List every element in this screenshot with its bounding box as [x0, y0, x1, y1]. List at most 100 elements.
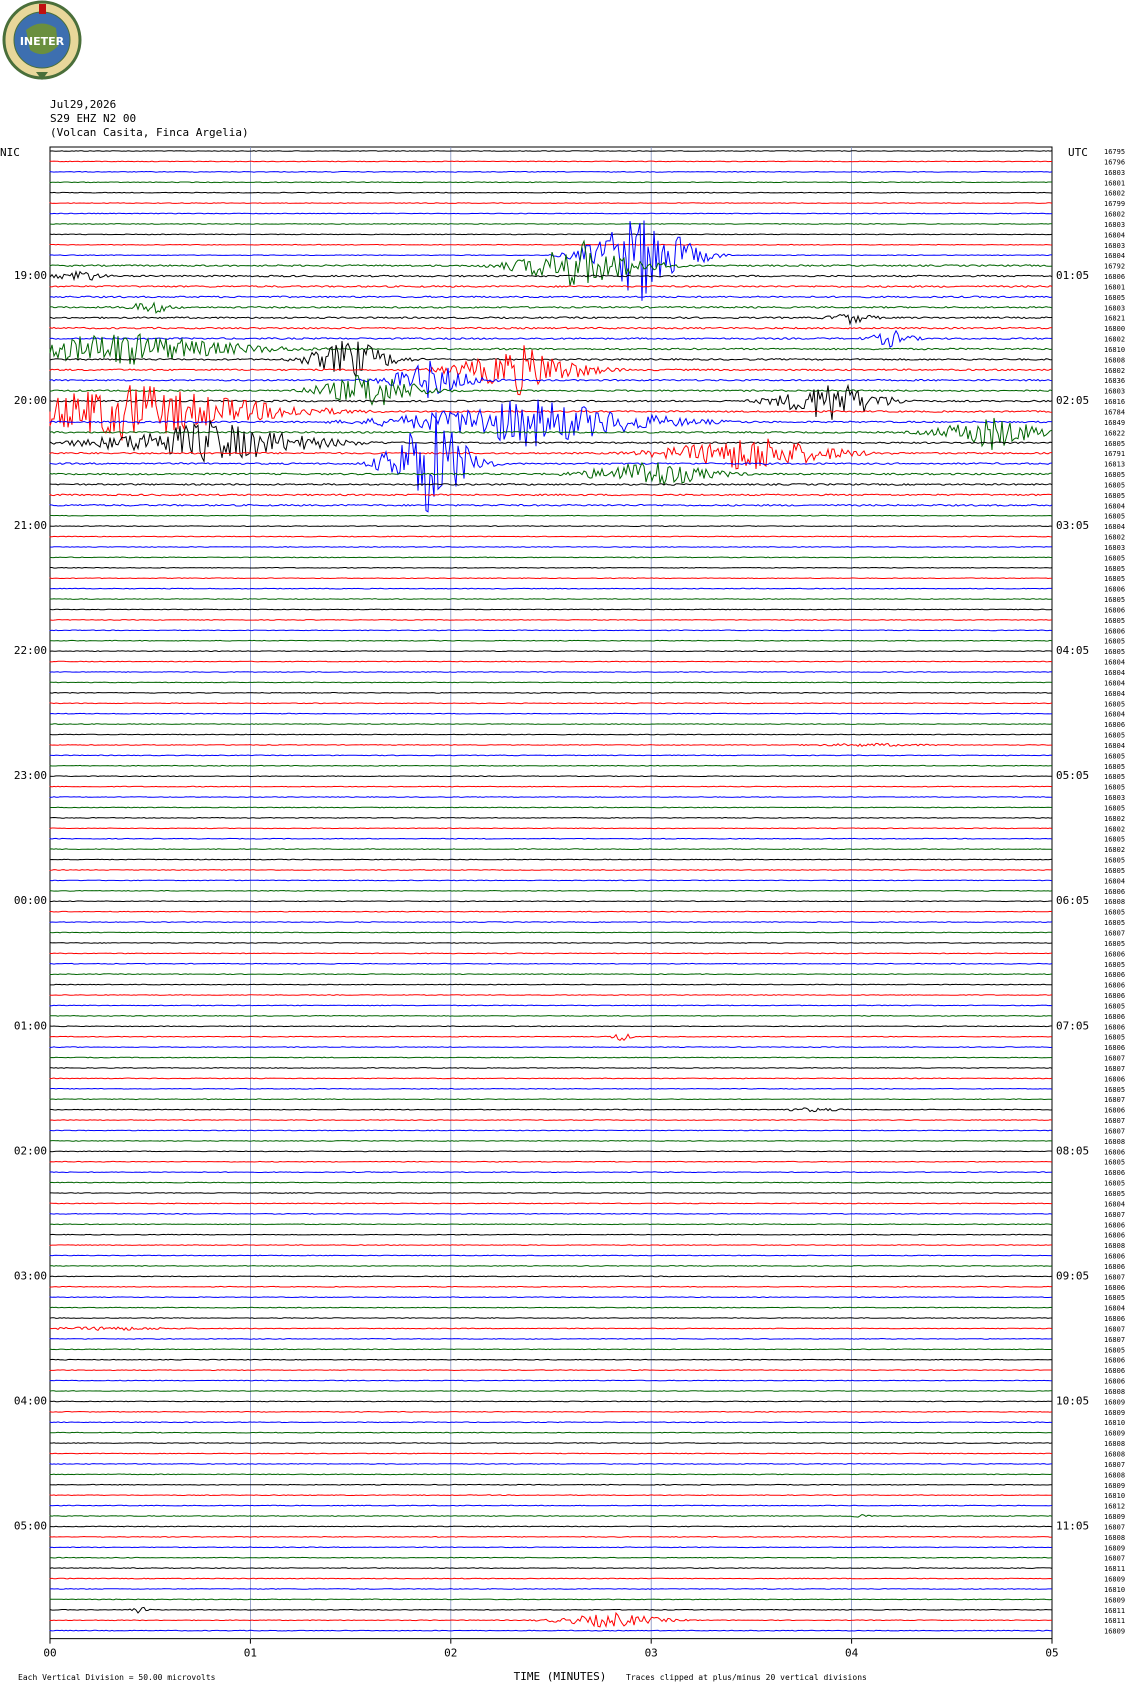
trace-count-label: 16805	[1104, 513, 1125, 521]
trace-count-label: 16805	[1104, 638, 1125, 646]
seismic-trace	[49, 1014, 1053, 1017]
seismic-trace	[49, 1348, 1052, 1351]
trace-count-label: 16804	[1104, 502, 1125, 510]
trace-count-label: 16805	[1104, 481, 1125, 489]
trace-count-label: 16805	[1104, 1180, 1125, 1188]
trace-count-label: 16804	[1104, 1200, 1125, 1208]
trace-count-label: 16804	[1104, 1305, 1125, 1313]
trace-count-label: 16805	[1104, 919, 1125, 927]
seismic-trace	[49, 503, 1053, 507]
seismic-trace	[49, 671, 1053, 673]
seismic-trace	[49, 1535, 1053, 1538]
trace-count-label: 16806	[1104, 950, 1125, 958]
seismic-trace	[49, 962, 1053, 965]
seismic-trace	[49, 525, 1053, 528]
seismic-trace	[49, 742, 1052, 747]
trace-count-label: 16822	[1104, 429, 1125, 437]
trace-count-label: 16802	[1104, 534, 1125, 542]
trace-count-label: 16800	[1104, 325, 1125, 333]
seismic-trace	[49, 587, 1052, 590]
seismic-trace	[49, 493, 1053, 497]
trace-count-label: 16805	[1104, 763, 1125, 771]
hour-label-left: 01:00	[14, 1019, 47, 1032]
trace-count-label: 16804	[1104, 252, 1125, 260]
trace-count-label: 16836	[1104, 377, 1125, 385]
trace-count-label: 16807	[1104, 1273, 1125, 1281]
trace-count-label: 16795	[1104, 148, 1125, 156]
trace-count-label: 16807	[1104, 1336, 1125, 1344]
x-tick-label: 04	[845, 1647, 859, 1660]
seismic-trace	[49, 1513, 1053, 1518]
trace-count-label: 16799	[1104, 200, 1125, 208]
trace-count-label: 16805	[1104, 1159, 1125, 1167]
seismic-trace	[49, 1463, 1053, 1465]
trace-count-label: 16805	[1104, 867, 1125, 875]
trace-count-label: 16808	[1104, 898, 1125, 906]
hour-label-right: 06:05	[1056, 894, 1089, 907]
seismic-trace	[49, 461, 1052, 486]
seismic-trace	[49, 1546, 1053, 1549]
trace-count-label: 16804	[1104, 523, 1125, 531]
trace-count-label: 16807	[1104, 1096, 1125, 1104]
seismic-trace	[49, 1233, 1052, 1236]
seismic-trace	[49, 1473, 1053, 1476]
seismic-trace	[49, 1326, 1053, 1332]
seismic-trace	[49, 556, 1053, 559]
seismic-trace	[49, 910, 1053, 913]
trace-count-label: 16808	[1104, 1451, 1125, 1459]
trace-count-label: 16812	[1104, 1503, 1125, 1511]
trace-count-label: 16805	[1104, 1086, 1125, 1094]
trace-count-label: 16804	[1104, 669, 1125, 677]
trace-count-label: 16805	[1104, 752, 1125, 760]
seismic-trace	[49, 775, 1052, 778]
trace-count-label: 16807	[1104, 1211, 1125, 1219]
trace-count-label: 16805	[1104, 857, 1125, 865]
trace-count-label: 16808	[1104, 1440, 1125, 1448]
seismic-trace	[49, 1442, 1053, 1444]
seismic-trace	[49, 1025, 1053, 1028]
trace-count-label: 16805	[1104, 617, 1125, 625]
seismic-trace	[49, 1077, 1053, 1080]
trace-count-label: 16807	[1104, 1461, 1125, 1469]
seismic-trace	[49, 1611, 1052, 1629]
seismic-trace	[49, 223, 1052, 225]
trace-count-label: 16805	[1104, 648, 1125, 656]
seismic-trace	[49, 608, 1053, 611]
seismic-trace	[49, 1525, 1053, 1528]
trace-count-label: 16805	[1104, 773, 1125, 781]
seismic-trace	[49, 1379, 1053, 1382]
seismic-trace	[49, 535, 1053, 538]
seismic-trace	[49, 577, 1052, 580]
seismic-trace	[49, 1181, 1052, 1184]
trace-count-label: 16809	[1104, 1513, 1125, 1521]
seismic-trace	[49, 1358, 1053, 1361]
x-tick-label: 05	[1045, 1647, 1058, 1660]
seismic-trace	[49, 1588, 1052, 1590]
seismic-trace	[49, 900, 1052, 903]
seismic-trace	[49, 483, 1053, 486]
trace-count-label: 16806	[1104, 888, 1125, 896]
trace-count-label: 16806	[1104, 1221, 1125, 1229]
hour-label-left: 20:00	[14, 394, 47, 407]
seismic-trace	[49, 1046, 1053, 1049]
seismic-trace	[49, 514, 1053, 517]
seismic-trace	[49, 1390, 1053, 1392]
seismic-trace	[49, 712, 1053, 715]
seismic-trace	[49, 754, 1053, 757]
seismic-trace	[49, 1306, 1053, 1309]
trace-count-label: 16805	[1104, 471, 1125, 479]
seismic-trace	[49, 239, 1053, 287]
seismic-trace	[49, 170, 1053, 173]
trace-count-label: 16806	[1104, 1169, 1125, 1177]
seismic-trace	[49, 869, 1053, 871]
seismic-trace	[49, 150, 1053, 152]
seismic-trace	[49, 295, 1053, 299]
trace-count-label: 16806	[1104, 273, 1125, 281]
seismic-trace	[49, 1567, 1053, 1570]
trace-count-label: 16796	[1104, 158, 1125, 166]
trace-count-label: 16806	[1104, 627, 1125, 635]
seismic-trace	[49, 399, 1053, 447]
hour-label-right: 04:05	[1056, 644, 1089, 657]
trace-count-label: 16806	[1104, 721, 1125, 729]
trace-count-label: 16805	[1104, 700, 1125, 708]
